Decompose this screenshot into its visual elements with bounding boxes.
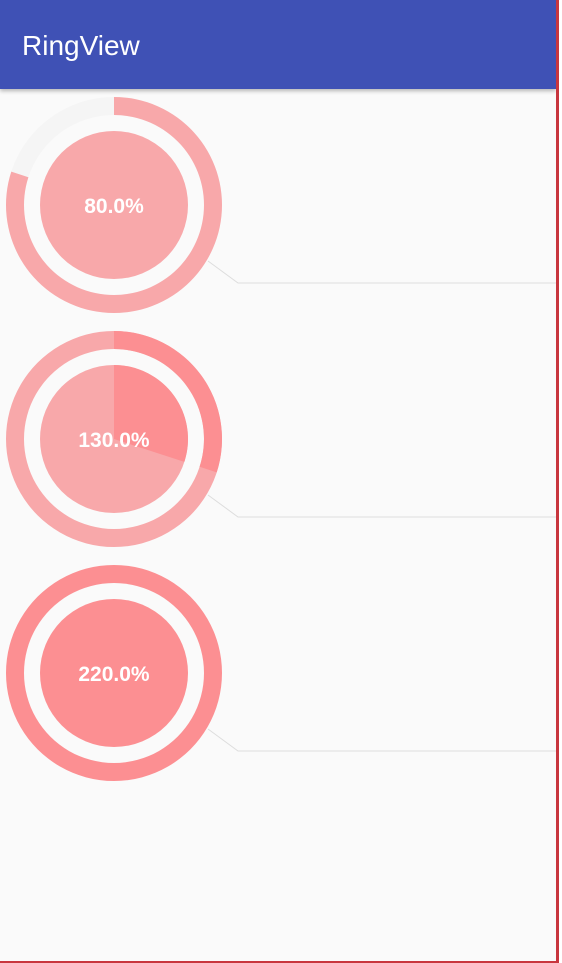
- ring-item: 80.0%: [0, 89, 556, 323]
- ring-percent-label: 130.0%: [78, 429, 150, 452]
- connector-line: [207, 260, 556, 284]
- ring-percent-label: 220.0%: [78, 663, 150, 686]
- app-bar: RingView: [0, 0, 556, 89]
- ring-chart: 80.0%: [5, 97, 556, 313]
- app-title: RingView: [22, 30, 140, 61]
- connector-line: [207, 494, 556, 518]
- ring-item: 130.0%: [0, 323, 556, 557]
- connector-line: [207, 728, 556, 752]
- ring-chart: 130.0%: [5, 331, 556, 547]
- ring-percent-label: 80.0%: [84, 195, 144, 218]
- ring-item: 220.0%: [0, 557, 556, 791]
- app-window: RingView 80.0% 130.0% 220.0%: [0, 0, 559, 963]
- ring-chart: 220.0%: [5, 565, 556, 781]
